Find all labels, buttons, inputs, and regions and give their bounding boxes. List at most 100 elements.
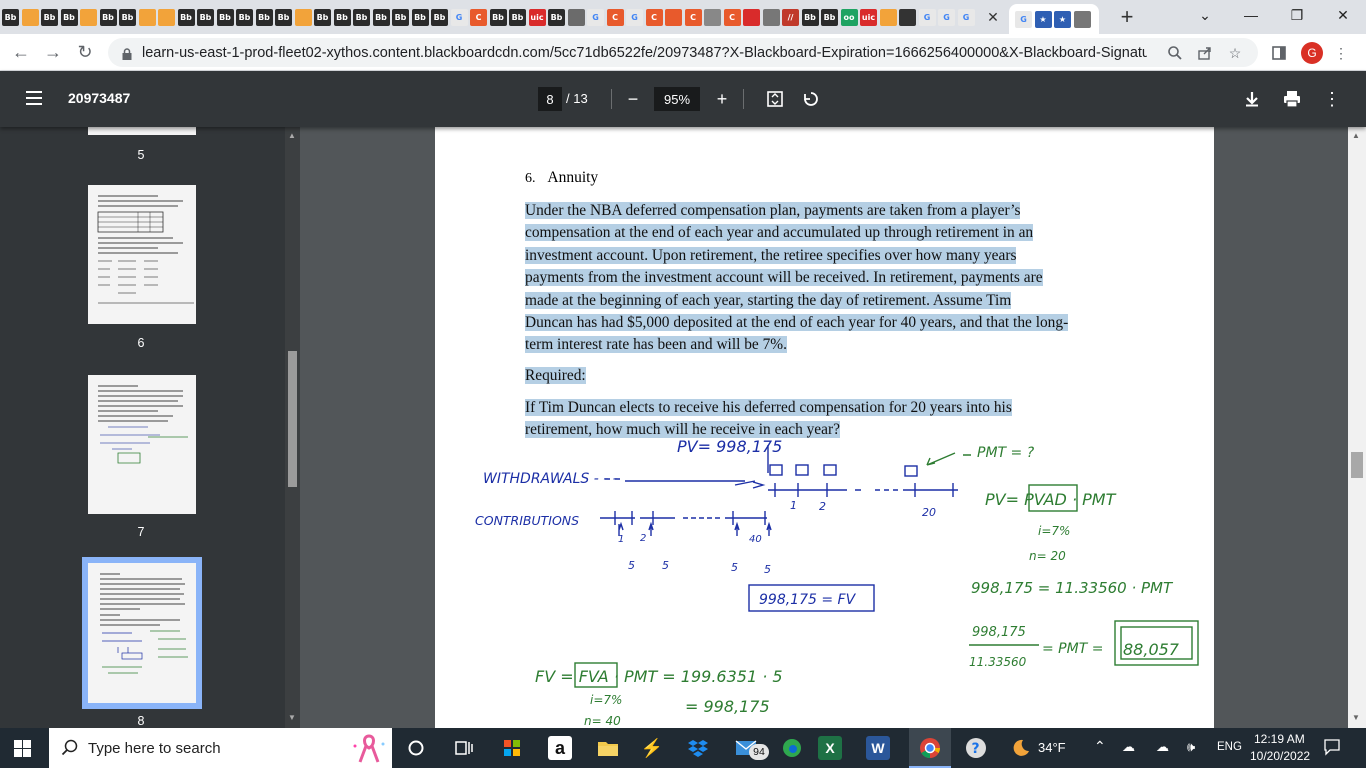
tab-favicon[interactable]: Bb xyxy=(548,8,565,26)
zoom-out-button[interactable]: − xyxy=(621,87,645,111)
tab-favicon[interactable]: C xyxy=(606,8,624,26)
tab-favicon[interactable]: Bb xyxy=(197,8,214,26)
tab-favicon[interactable] xyxy=(743,8,760,26)
zoom-in-button[interactable]: + xyxy=(710,87,734,111)
page-thumbnail[interactable] xyxy=(88,375,196,514)
tab-favicon[interactable] xyxy=(294,8,312,26)
tab-favicon[interactable]: Bb xyxy=(60,8,78,26)
notifications-icon[interactable] xyxy=(1323,738,1341,759)
tab-favicon[interactable]: oo xyxy=(840,8,858,26)
tab-favicon[interactable]: Bb xyxy=(255,8,273,26)
more-actions-icon[interactable]: ⋮ xyxy=(1320,87,1344,111)
word-icon[interactable]: W xyxy=(866,736,890,760)
app-bolt-icon[interactable]: ⚡ xyxy=(640,736,664,760)
windows-start-icon[interactable] xyxy=(14,740,31,757)
network-cloud-icon[interactable]: ☁ xyxy=(1122,739,1135,755)
tab-favicon[interactable]: C xyxy=(723,8,741,26)
tab-favicon[interactable]: G xyxy=(626,8,643,26)
tab-favicon[interactable]: Bb xyxy=(431,8,448,26)
tab-favicon[interactable] xyxy=(21,8,39,26)
dropbox-icon[interactable] xyxy=(686,736,710,760)
page-thumbnail[interactable] xyxy=(88,185,196,324)
reload-button[interactable]: ↻ xyxy=(72,39,98,65)
back-button[interactable]: ← xyxy=(8,39,34,65)
volume-icon[interactable]: 🕪 xyxy=(1187,739,1195,755)
tab-favicon[interactable]: Bb xyxy=(2,8,19,26)
tab-favicon[interactable]: ★ xyxy=(1034,10,1052,28)
tab-favicon[interactable]: Bb xyxy=(41,8,58,26)
tray-chevron-icon[interactable]: ⌃ xyxy=(1094,738,1106,755)
page-number-input[interactable]: 8 xyxy=(538,87,562,111)
tab-favicon[interactable] xyxy=(665,8,682,26)
download-icon[interactable] xyxy=(1240,87,1264,111)
tab-favicon[interactable] xyxy=(158,8,175,26)
language-indicator[interactable]: ENG xyxy=(1217,741,1242,753)
active-tab[interactable]: G ★ ★ xyxy=(1009,4,1099,34)
menu-kebab-icon[interactable]: ⋮ xyxy=(1332,44,1350,62)
chrome-taskbar-active[interactable] xyxy=(909,728,951,768)
tab-favicon[interactable]: Bb xyxy=(314,8,331,26)
tab-favicon[interactable]: Bb xyxy=(216,8,234,26)
cortana-icon[interactable] xyxy=(404,736,428,760)
tab-favicon[interactable]: G xyxy=(450,8,468,26)
address-bar[interactable]: learn-us-east-1-prod-fleet02-xythos.cont… xyxy=(108,38,1258,67)
tab-favicon[interactable]: Bb xyxy=(99,8,117,26)
tab-favicon[interactable]: Bb xyxy=(177,8,195,26)
help-icon[interactable]: ? xyxy=(964,736,988,760)
main-scroll-thumb[interactable] xyxy=(1351,452,1363,478)
tab-favicon[interactable] xyxy=(567,8,585,26)
zoom-icon[interactable] xyxy=(1166,44,1184,62)
rotate-icon[interactable] xyxy=(799,87,823,111)
excel-icon[interactable]: X xyxy=(818,736,842,760)
tab-favicon[interactable]: Bb xyxy=(411,8,429,26)
forward-button[interactable]: → xyxy=(40,39,66,65)
close-window-button[interactable]: ✕ xyxy=(1320,0,1366,30)
tab-favicon[interactable] xyxy=(879,8,897,26)
tab-favicon[interactable] xyxy=(1073,10,1091,28)
tab-favicon[interactable] xyxy=(762,8,780,26)
tab-favicon[interactable]: G xyxy=(1015,10,1032,28)
tab-favicon[interactable]: Bb xyxy=(333,8,351,26)
tab-favicon[interactable]: C xyxy=(684,8,702,26)
tab-favicon[interactable] xyxy=(80,8,97,26)
fit-page-icon[interactable] xyxy=(763,87,787,111)
bookmark-star-icon[interactable]: ☆ xyxy=(1226,44,1244,62)
taskbar-search[interactable]: Type here to search xyxy=(49,728,392,768)
tab-favicon[interactable]: Bb xyxy=(236,8,253,26)
tab-favicon[interactable]: Bb xyxy=(392,8,409,26)
tab-favicon[interactable]: G xyxy=(918,8,936,26)
tab-favicon[interactable]: ★ xyxy=(1054,10,1071,28)
tab-favicon[interactable]: G xyxy=(938,8,955,26)
tab-favicon[interactable]: uic xyxy=(860,8,877,26)
maximize-button[interactable]: ❐ xyxy=(1274,0,1320,30)
clock-time[interactable]: 12:19 AM xyxy=(1254,732,1305,746)
tab-favicon[interactable]: Bb xyxy=(119,8,136,26)
page-thumbnail-current[interactable] xyxy=(88,563,196,703)
tab-favicon[interactable]: uic xyxy=(528,8,546,26)
share-icon[interactable] xyxy=(1196,44,1214,62)
tab-favicon[interactable] xyxy=(138,8,156,26)
task-view-icon[interactable] xyxy=(452,736,476,760)
sidebar-scroll-thumb[interactable] xyxy=(288,351,297,487)
onedrive-icon[interactable]: ☁ xyxy=(1156,739,1169,755)
tab-favicon[interactable]: Bb xyxy=(509,8,526,26)
close-tab-icon[interactable]: ✕ xyxy=(985,9,1001,25)
tab-favicon[interactable]: Bb xyxy=(353,8,370,26)
amazon-icon[interactable]: a xyxy=(548,736,572,760)
tab-favicon[interactable]: G xyxy=(587,8,604,26)
tab-search-icon[interactable]: ⌄ xyxy=(1182,0,1228,30)
clock-date[interactable]: 10/20/2022 xyxy=(1250,749,1310,763)
tab-favicon[interactable] xyxy=(899,8,916,26)
menu-icon[interactable] xyxy=(26,91,42,105)
page-thumbnail[interactable] xyxy=(88,127,196,135)
sidebar-scrollbar[interactable]: ▲ ▼ xyxy=(285,127,300,728)
zoom-input[interactable]: 95% xyxy=(654,87,700,111)
file-explorer-icon[interactable] xyxy=(596,736,620,760)
weather-temperature[interactable]: 34°F xyxy=(1038,740,1066,755)
tab-favicon[interactable]: Bb xyxy=(821,8,838,26)
url-text[interactable]: learn-us-east-1-prod-fleet02-xythos.cont… xyxy=(142,45,1147,61)
tab-favicon[interactable]: C xyxy=(645,8,663,26)
search-placeholder[interactable]: Type here to search xyxy=(88,740,221,757)
new-tab-button[interactable]: + xyxy=(1115,4,1139,30)
print-icon[interactable] xyxy=(1280,87,1304,111)
